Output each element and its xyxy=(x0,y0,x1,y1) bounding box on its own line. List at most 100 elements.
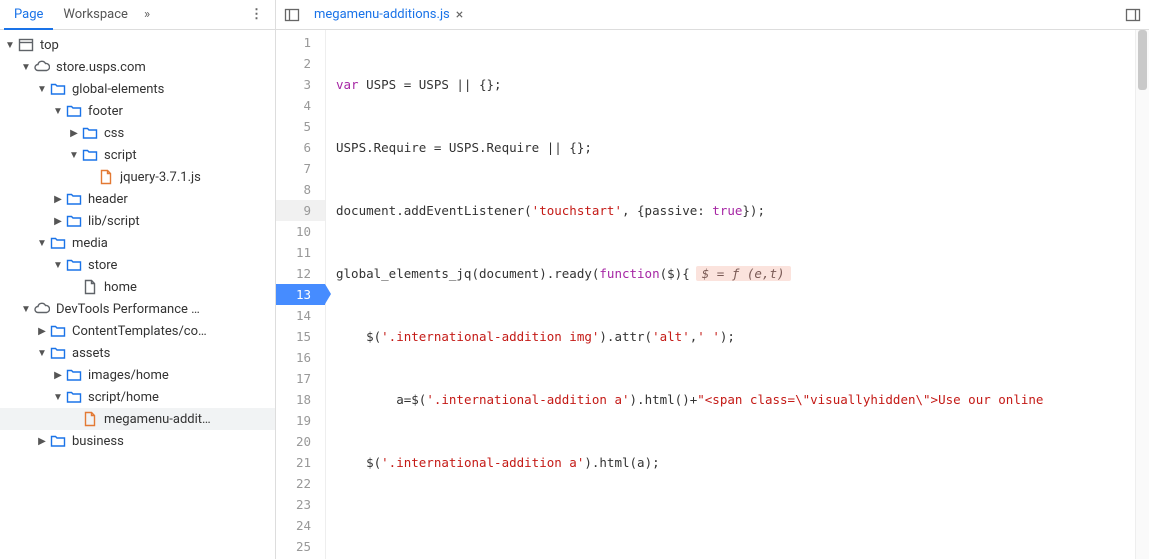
close-tab-icon[interactable]: × xyxy=(456,7,463,23)
chevron-right-icon: ▶ xyxy=(36,435,48,447)
folder-icon xyxy=(66,213,82,229)
tree-node-top[interactable]: ▼top xyxy=(0,34,275,56)
folder-icon xyxy=(66,389,82,405)
chevron-right-icon: ▶ xyxy=(52,193,64,205)
chevron-down-icon: ▼ xyxy=(52,105,64,117)
tree-node-folder[interactable]: ▼media xyxy=(0,232,275,254)
editor-tab[interactable]: megamenu-additions.js × xyxy=(308,5,469,25)
code-line[interactable]: var USPS = USPS || {}; xyxy=(326,74,1135,95)
tab-workspace[interactable]: Workspace xyxy=(53,1,138,28)
tree-node-file[interactable]: jquery-3.7.1.js xyxy=(0,166,275,188)
tree-node-folder[interactable]: ▼ assets xyxy=(0,342,275,364)
editor-pane: megamenu-additions.js × 1 2 3 4 5 6 7 8 … xyxy=(276,0,1149,559)
line-number-breakpoint[interactable]: 13 xyxy=(276,284,325,305)
tree-node-file-active[interactable]: megamenu-addit… xyxy=(0,408,275,430)
editor-tab-label: megamenu-additions.js xyxy=(314,7,450,22)
js-file-icon xyxy=(98,169,114,185)
folder-icon xyxy=(50,345,66,361)
code-line[interactable] xyxy=(326,515,1135,536)
line-number[interactable]: 19 xyxy=(276,410,325,431)
tab-menu[interactable]: ⋮ xyxy=(242,3,271,26)
line-number[interactable]: 6 xyxy=(276,137,325,158)
file-tree[interactable]: ▼top ▼store.usps.com ▼global-elements ▼f… xyxy=(0,30,275,559)
cloud-icon xyxy=(34,301,50,317)
tree-node-domain[interactable]: ▼DevTools Performance … xyxy=(0,298,275,320)
tree-node-domain[interactable]: ▼store.usps.com xyxy=(0,56,275,78)
scrollbar-thumb[interactable] xyxy=(1138,30,1147,90)
line-number[interactable]: 1 xyxy=(276,32,325,53)
line-number[interactable]: 16 xyxy=(276,347,325,368)
line-number[interactable]: 23 xyxy=(276,494,325,515)
sources-sidebar: Page Workspace » ⋮ ▼top ▼store.usps.com … xyxy=(0,0,276,559)
tree-label: global-elements xyxy=(72,82,164,97)
code-line[interactable]: a=$('.international-addition a').html()+… xyxy=(326,389,1135,410)
tree-label: store.usps.com xyxy=(56,60,146,75)
tree-node-folder[interactable]: ▼footer xyxy=(0,100,275,122)
code-line[interactable]: USPS.Require = USPS.Require || {}; xyxy=(326,137,1135,158)
tree-label: DevTools Performance … xyxy=(56,302,200,317)
tree-node-folder[interactable]: ▶lib/script xyxy=(0,210,275,232)
tree-label: store xyxy=(88,258,117,273)
chevron-down-icon: ▼ xyxy=(36,347,48,359)
folder-icon xyxy=(82,147,98,163)
tree-label: css xyxy=(104,126,124,141)
line-number[interactable]: 14 xyxy=(276,305,325,326)
folder-icon xyxy=(66,257,82,273)
line-number[interactable]: 25 xyxy=(276,536,325,557)
tree-label: script/home xyxy=(88,390,159,405)
line-number[interactable]: 10 xyxy=(276,221,325,242)
tree-node-folder[interactable]: ▶ css xyxy=(0,122,275,144)
line-number[interactable]: 17 xyxy=(276,368,325,389)
window-icon xyxy=(18,37,34,53)
tree-node-folder[interactable]: ▶business xyxy=(0,430,275,452)
line-number[interactable]: 15 xyxy=(276,326,325,347)
vertical-scrollbar[interactable] xyxy=(1135,30,1149,559)
tree-node-folder[interactable]: ▶ ContentTemplates/co… xyxy=(0,320,275,342)
line-number[interactable]: 21 xyxy=(276,452,325,473)
line-number[interactable]: 24 xyxy=(276,515,325,536)
toggle-navigator-icon[interactable] xyxy=(282,5,302,25)
line-number[interactable]: 5 xyxy=(276,116,325,137)
chevron-down-icon: ▼ xyxy=(52,259,64,271)
code-line[interactable]: document.addEventListener('touchstart', … xyxy=(326,200,1135,221)
line-number[interactable]: 20 xyxy=(276,431,325,452)
line-number[interactable]: 8 xyxy=(276,179,325,200)
line-gutter[interactable]: 1 2 3 4 5 6 7 8 9 10 11 12 13 14 15 16 1… xyxy=(276,30,326,559)
code-line[interactable]: $('.international-addition a').html(a); xyxy=(326,452,1135,473)
line-number[interactable]: 9 xyxy=(276,200,325,221)
tree-label: home xyxy=(104,280,137,295)
line-number[interactable]: 7 xyxy=(276,158,325,179)
tree-node-folder[interactable]: ▼ global-elements xyxy=(0,78,275,100)
folder-icon xyxy=(50,433,66,449)
chevron-right-icon: ▶ xyxy=(36,325,48,337)
tab-more[interactable]: » xyxy=(138,3,156,26)
tree-node-folder[interactable]: ▼ store xyxy=(0,254,275,276)
tree-label: header xyxy=(88,192,128,207)
code-line[interactable]: $('.international-addition img').attr('a… xyxy=(326,326,1135,347)
chevron-right-icon: ▶ xyxy=(68,127,80,139)
tree-node-folder[interactable]: ▼ script/home xyxy=(0,386,275,408)
line-number[interactable]: 3 xyxy=(276,74,325,95)
tree-label: ContentTemplates/co… xyxy=(72,324,207,339)
line-number[interactable]: 2 xyxy=(276,53,325,74)
tree-node-folder[interactable]: ▶images/home xyxy=(0,364,275,386)
tree-label: assets xyxy=(72,346,110,361)
line-number[interactable]: 12 xyxy=(276,263,325,284)
line-number[interactable]: 4 xyxy=(276,95,325,116)
tree-label: jquery-3.7.1.js xyxy=(120,170,201,185)
chevron-down-icon: ▼ xyxy=(36,83,48,95)
tab-page[interactable]: Page xyxy=(4,1,53,30)
tree-label: megamenu-addit… xyxy=(104,412,211,427)
code-line[interactable]: global_elements_jq(document).ready(funct… xyxy=(326,263,1135,284)
chevron-down-icon: ▼ xyxy=(68,149,80,161)
folder-icon xyxy=(50,81,66,97)
line-number[interactable]: 11 xyxy=(276,242,325,263)
tree-node-folder[interactable]: ▶ header xyxy=(0,188,275,210)
chevron-down-icon: ▼ xyxy=(52,391,64,403)
line-number[interactable]: 22 xyxy=(276,473,325,494)
code-area[interactable]: var USPS = USPS || {}; USPS.Require = US… xyxy=(326,30,1135,559)
line-number[interactable]: 18 xyxy=(276,389,325,410)
tree-node-folder[interactable]: ▼script xyxy=(0,144,275,166)
tree-node-file[interactable]: home xyxy=(0,276,275,298)
toggle-debugger-icon[interactable] xyxy=(1123,5,1143,25)
